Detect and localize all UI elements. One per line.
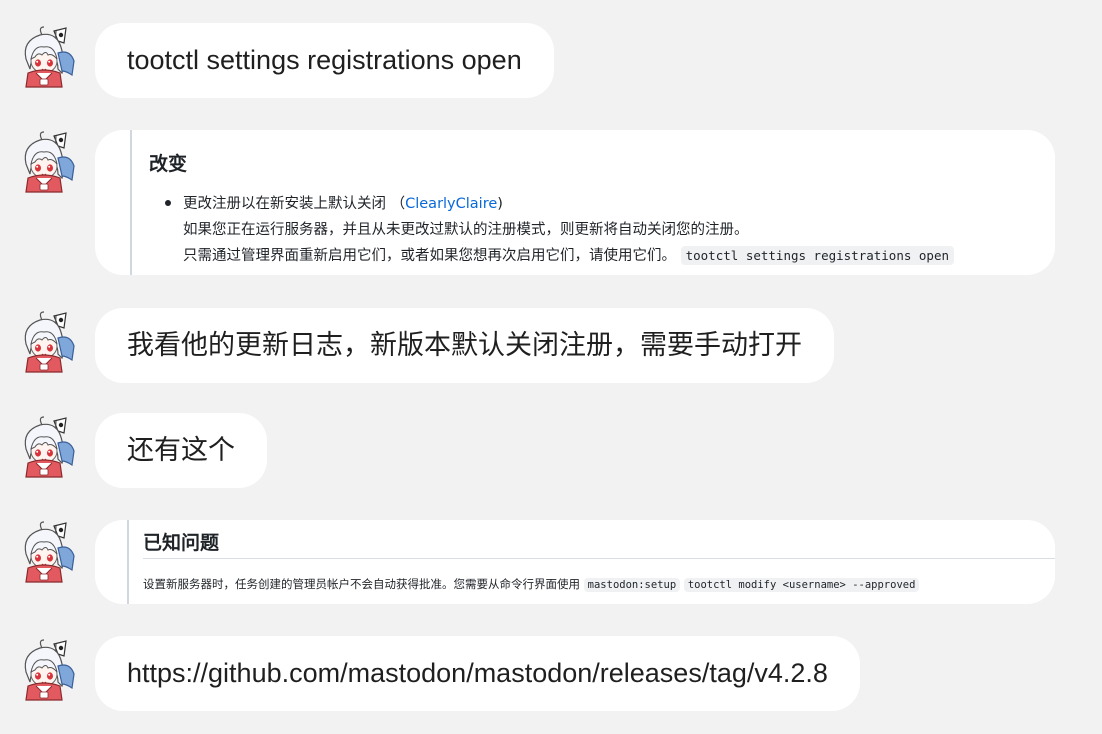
image-message[interactable]: 改变 更改注册以在新安装上默认关闭 （ClearlyClaire) 如果您正在运… (95, 130, 1055, 275)
message-bubble[interactable]: https://github.com/mastodon/mastodon/rel… (95, 636, 860, 711)
command-code: mastodon:setup (583, 578, 681, 592)
known-issue-line: 设置新服务器时，任务创建的管理员帐户不会自动获得批准。您需要从命令行界面使用 m… (143, 576, 920, 592)
changelog-line: 只需通过管理界面重新启用它们，或者如果您想再次启用它们，请使用它们。 tootc… (183, 244, 955, 265)
anime-girl-avatar-icon (24, 26, 75, 88)
section-title: 改变 (149, 153, 188, 175)
anime-girl-avatar-icon (24, 639, 75, 701)
image-message[interactable]: 已知问题 设置新服务器时，任务创建的管理员帐户不会自动获得批准。您需要从命令行界… (95, 520, 1055, 604)
quote-bar (127, 520, 129, 604)
changelog-line: 如果您正在运行服务器，并且从未更改过默认的注册模式，则更新将自动关闭您的注册。 (183, 222, 749, 238)
avatar[interactable] (14, 25, 78, 89)
bullet-icon (165, 200, 171, 206)
avatar[interactable] (14, 310, 78, 374)
message-bubble[interactable]: 我看他的更新日志，新版本默认关闭注册，需要手动打开 (95, 308, 834, 383)
quote-bar (130, 130, 132, 275)
anime-girl-avatar-icon (24, 131, 75, 193)
avatar[interactable] (14, 520, 78, 584)
command-code: tootctl settings registrations open (680, 246, 955, 265)
message-text: 我看他的更新日志，新版本默认关闭注册，需要手动打开 (127, 330, 802, 361)
message-link[interactable]: https://github.com/mastodon/mastodon/rel… (127, 658, 828, 688)
anime-girl-avatar-icon (24, 521, 75, 583)
anime-girl-avatar-icon (24, 416, 75, 478)
message-text: 还有这个 (127, 435, 235, 466)
avatar[interactable] (14, 415, 78, 479)
author-link[interactable]: ClearlyClaire (405, 196, 497, 212)
command-code: tootctl modify <username> --approved (683, 578, 920, 592)
avatar[interactable] (14, 130, 78, 194)
section-title: 已知问题 (143, 532, 220, 554)
divider (143, 558, 1055, 559)
avatar[interactable] (14, 638, 78, 702)
changelog-line: 更改注册以在新安装上默认关闭 （ClearlyClaire) (183, 196, 503, 212)
message-text: tootctl settings registrations open (127, 45, 522, 75)
message-bubble[interactable]: tootctl settings registrations open (95, 23, 554, 98)
message-bubble[interactable]: 还有这个 (95, 413, 267, 488)
anime-girl-avatar-icon (24, 311, 75, 373)
